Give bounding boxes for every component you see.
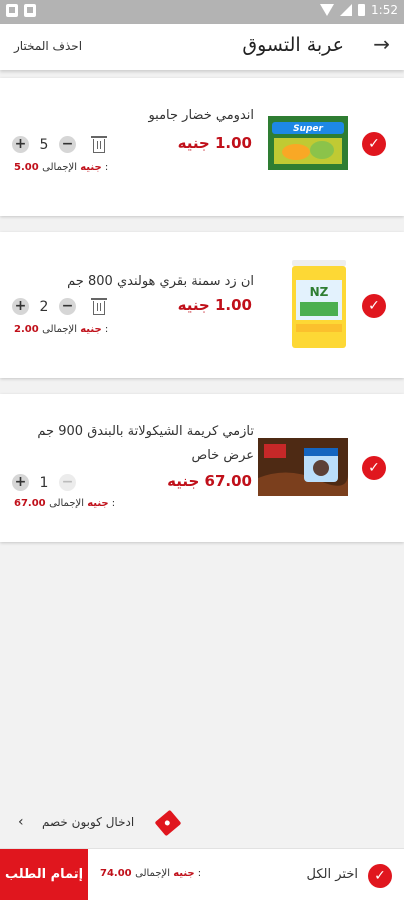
notification-icon [6,4,18,17]
item-checkbox[interactable]: ✓ [362,456,386,480]
minus-icon[interactable]: − [59,298,76,315]
trash-icon[interactable] [91,136,107,153]
plus-icon[interactable]: + [12,136,29,153]
product-price: 1.00 جنيه [177,134,252,152]
product-offer: عرض خاص [191,448,255,463]
signal-icon [340,4,353,16]
app-bar: → عربة التسوق احذف المختار [0,24,404,70]
cart-total: 74.00 جنيه الإجمالى : [100,868,201,879]
minus-icon[interactable]: − [59,136,76,153]
product-name: اندومي خضار جامبو [148,108,254,123]
coupon-tag-icon [154,809,182,837]
svg-text:NZ: NZ [310,285,329,299]
coupon-row[interactable]: ‹ ادخال كوبون خصم [0,808,404,838]
status-bar: 1:52 [0,0,404,24]
product-name: ان زد سمنة بقري هولندي 800 جم [67,274,254,289]
quantity-stepper: + 2 − [12,298,107,315]
plus-icon[interactable]: + [12,298,29,315]
item-checkbox[interactable]: ✓ [362,294,386,318]
battery-icon [358,4,366,16]
quantity-stepper: + 1 − [12,474,76,491]
back-arrow-icon[interactable]: → [373,32,390,56]
product-price: 1.00 جنيه [177,296,252,314]
page-title: عربة التسوق [242,34,344,56]
select-all-checkbox[interactable]: ✓ [368,864,392,888]
product-image[interactable]: NZ [290,260,348,352]
trash-icon[interactable] [91,298,107,315]
quantity-value: 5 [39,136,49,153]
wifi-icon [320,4,335,16]
checkout-button[interactable]: إتمام الطلب [0,849,88,900]
product-price: 67.00 جنيه [167,472,252,490]
product-image[interactable] [258,438,348,500]
quantity-value: 1 [39,474,49,491]
delete-selected-button[interactable]: احذف المختار [14,39,82,53]
bottom-bar: إتمام الطلب 74.00 جنيه الإجمالى : اختر ا… [0,848,404,900]
plus-icon[interactable]: + [12,474,29,491]
item-subtotal: 67.00 جنيه الإجمالى : [14,498,115,509]
cart-item: ✓ NZ ان زد سمنة بقري هولندي 800 جم 1.00 … [0,232,404,378]
cart-item: ✓ تازمي كريمة الشيكولاتة بالبندق 900 جم … [0,394,404,542]
chevron-left-icon: ‹ [18,814,24,830]
coupon-label: ادخال كوبون خصم [42,815,135,829]
item-checkbox[interactable]: ✓ [362,132,386,156]
select-all-label[interactable]: اختر الكل [307,867,358,882]
product-name: تازمي كريمة الشيكولاتة بالبندق 900 جم [37,424,254,439]
svg-text:Super: Super [293,124,323,134]
clock: 1:52 [371,3,398,17]
minus-icon[interactable]: − [59,474,76,491]
cart-item: ✓ Super اندومي خضار جامبو 1.00 جنيه + 5 … [0,78,404,216]
notification-icon [24,4,36,17]
product-image[interactable]: Super [268,116,348,174]
quantity-value: 2 [39,298,49,315]
item-subtotal: 2.00 جنيه الإجمالى : [14,324,108,335]
item-subtotal: 5.00 جنيه الإجمالى : [14,162,108,173]
quantity-stepper: + 5 − [12,136,107,153]
